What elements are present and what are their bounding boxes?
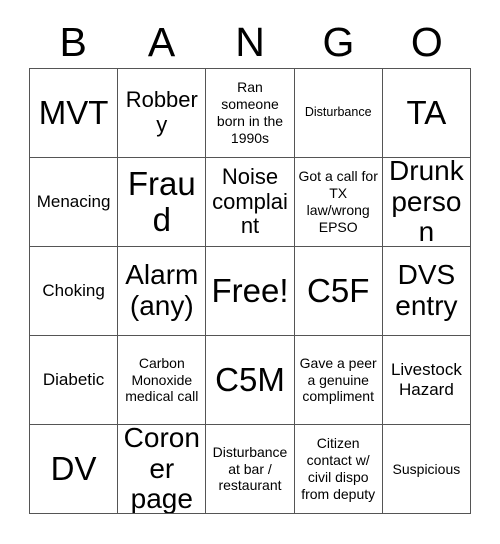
- bingo-cell[interactable]: Choking: [30, 247, 119, 336]
- bingo-card: B A N G O MVT Robbery Ran someone born i…: [0, 0, 500, 544]
- bingo-cell[interactable]: DV: [30, 425, 119, 514]
- bingo-cell[interactable]: Disturbance: [294, 69, 383, 158]
- bingo-cell-label: Drunk person: [389, 158, 464, 247]
- bingo-cell-label: DVS entry: [395, 259, 458, 321]
- bingo-cell[interactable]: Robbery: [118, 69, 207, 158]
- header-letter-o: O: [410, 18, 443, 65]
- header-letter-g: G: [322, 18, 355, 65]
- header-letter-n: N: [235, 18, 265, 65]
- bingo-cell-label: DV: [50, 450, 97, 488]
- bingo-cell-label: Coroner page: [123, 425, 200, 514]
- bingo-cell-label: Choking: [42, 281, 105, 301]
- bingo-grid: MVT Robbery Ran someone born in the 1990…: [29, 68, 471, 514]
- bingo-cell-label: C5M: [215, 361, 285, 399]
- bingo-cell-label: Robbery: [125, 87, 198, 137]
- bingo-cell-label: Ran someone born in the 1990s: [216, 79, 284, 146]
- bingo-cell[interactable]: Suspicious: [382, 425, 471, 514]
- bingo-cell[interactable]: Ran someone born in the 1990s: [206, 69, 295, 158]
- bingo-cell[interactable]: Carbon Monoxide medical call: [118, 336, 207, 425]
- bingo-cell-label: C5F: [307, 272, 370, 310]
- bingo-cell-label: Free!: [211, 272, 289, 310]
- header-letter-a: A: [147, 18, 176, 65]
- bingo-cell-label: Livestock Hazard: [390, 360, 462, 399]
- bingo-cell-label: Carbon Monoxide medical call: [125, 354, 199, 405]
- bingo-cell[interactable]: Fraud: [118, 158, 207, 247]
- bingo-cell-label: Citizen contact w/ civil dispo from depu…: [301, 435, 376, 502]
- bingo-cell[interactable]: Coroner page: [118, 425, 207, 514]
- bingo-cell-label: Alarm (any): [125, 259, 199, 321]
- bingo-cell[interactable]: Citizen contact w/ civil dispo from depu…: [294, 425, 383, 514]
- bingo-cell-free[interactable]: Free!: [206, 247, 295, 336]
- bingo-cell-label: Menacing: [36, 192, 111, 212]
- bingo-cell[interactable]: Alarm (any): [118, 247, 207, 336]
- bingo-cell[interactable]: Got a call for TX law/wrong EPSO: [294, 158, 383, 247]
- bingo-cell[interactable]: Drunk person: [382, 158, 471, 247]
- bingo-cell[interactable]: MVT: [30, 69, 119, 158]
- bingo-cell-label: MVT: [38, 94, 109, 132]
- header-letter-b: B: [59, 18, 87, 65]
- bingo-cell[interactable]: C5F: [294, 247, 383, 336]
- bingo-cell-label: TA: [406, 94, 447, 132]
- bingo-cell-label: Disturbance: [304, 105, 372, 120]
- bingo-cell-label: Fraud: [127, 165, 196, 238]
- bingo-header-row: B A N G O: [29, 16, 471, 68]
- bingo-cell-label: Noise complaint: [212, 164, 288, 239]
- bingo-cell[interactable]: Menacing: [30, 158, 119, 247]
- bingo-cell[interactable]: TA: [382, 69, 471, 158]
- bingo-cell-label: Diabetic: [42, 370, 105, 390]
- bingo-cell[interactable]: C5M: [206, 336, 295, 425]
- bingo-cell-label: Disturbance at bar / restaurant: [212, 443, 288, 494]
- bingo-cell-label: Got a call for TX law/wrong EPSO: [298, 168, 378, 235]
- bingo-cell-label: Suspicious: [392, 460, 461, 477]
- bingo-cell[interactable]: Disturbance at bar / restaurant: [206, 425, 295, 514]
- bingo-cell[interactable]: Gave a peer a genuine compliment: [294, 336, 383, 425]
- bingo-cell[interactable]: Livestock Hazard: [382, 336, 471, 425]
- bingo-cell[interactable]: Diabetic: [30, 336, 119, 425]
- bingo-cell-label: Gave a peer a genuine compliment: [299, 354, 377, 405]
- bingo-cell[interactable]: DVS entry: [382, 247, 471, 336]
- bingo-cell[interactable]: Noise complaint: [206, 158, 295, 247]
